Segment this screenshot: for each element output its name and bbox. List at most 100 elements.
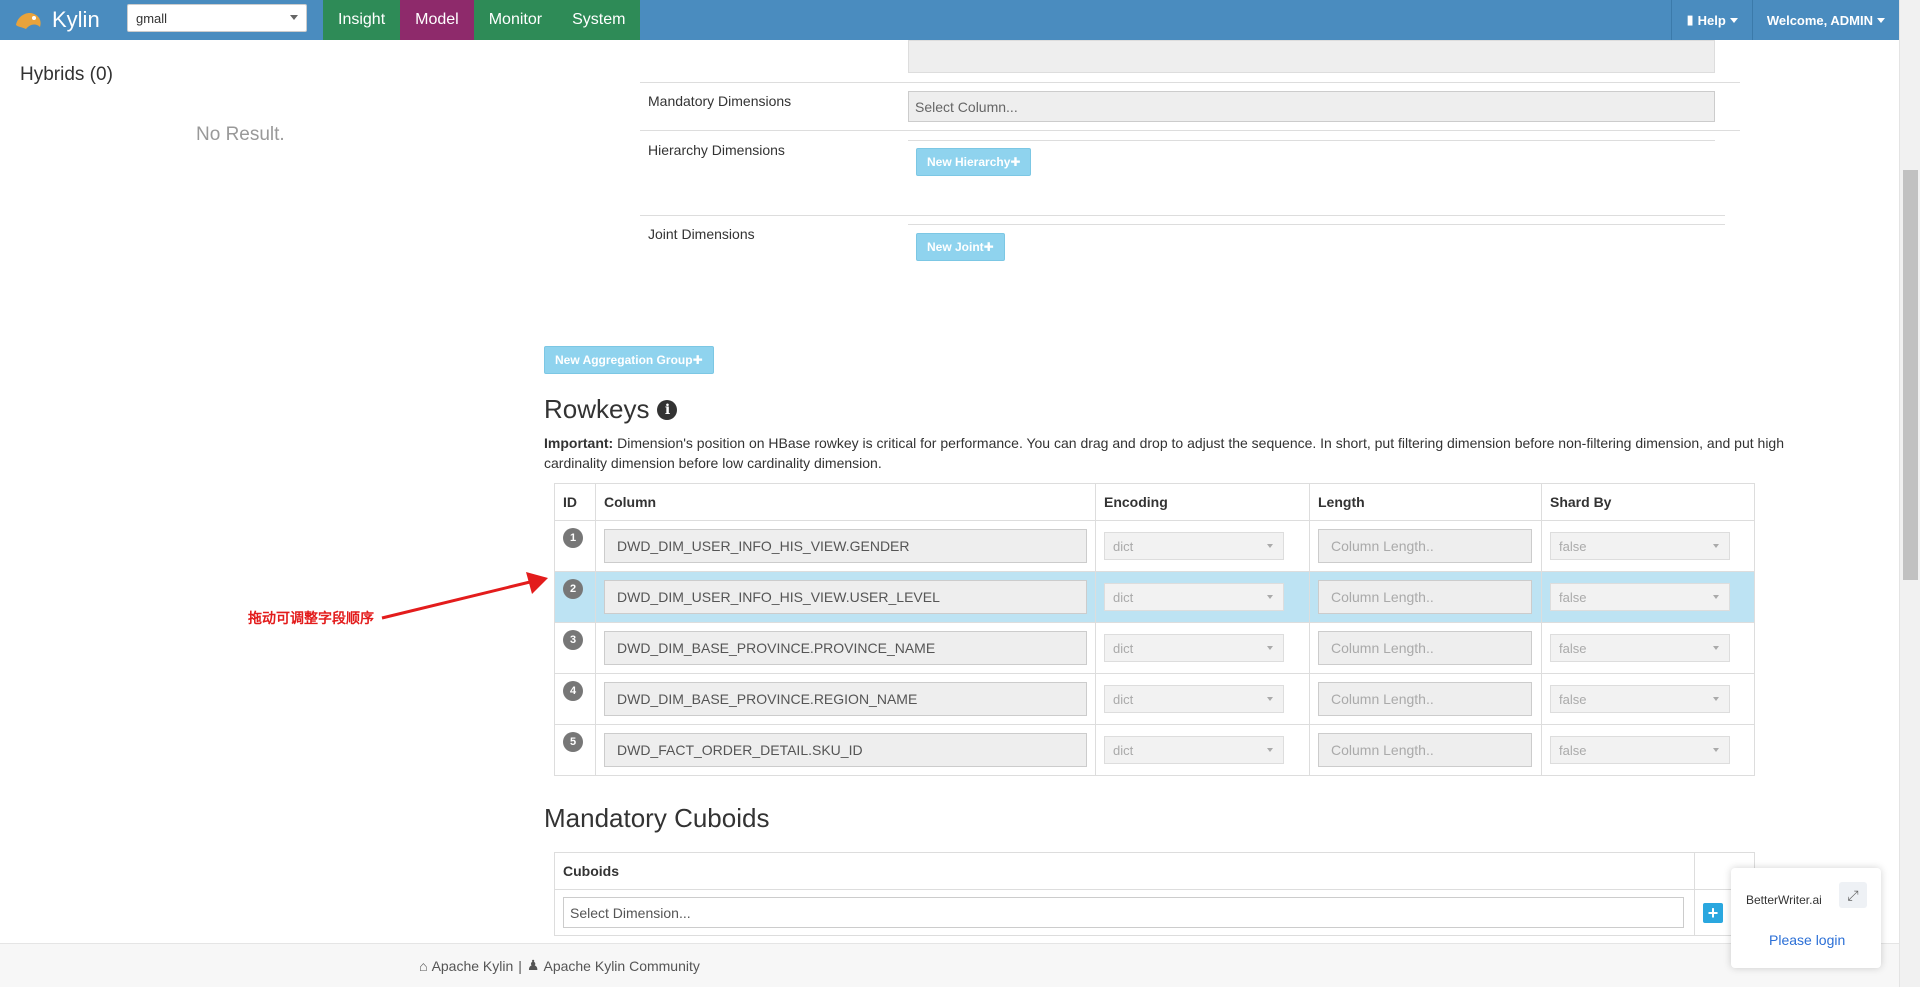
includes-field[interactable] bbox=[908, 40, 1715, 73]
encoding-select[interactable]: dict bbox=[1104, 685, 1284, 713]
annotation-arrow-icon bbox=[381, 572, 548, 620]
joint-dimensions-label: Joint Dimensions bbox=[648, 226, 755, 242]
header-length: Length bbox=[1309, 483, 1542, 521]
help-menu[interactable]: ▮ Help bbox=[1671, 0, 1751, 40]
encoding-value: dict bbox=[1113, 589, 1134, 605]
caret-down-icon bbox=[1877, 17, 1885, 23]
rowkeys-note: Important: Dimension's position on HBase… bbox=[544, 433, 1794, 473]
encoding-value: dict bbox=[1113, 640, 1134, 656]
length-input[interactable]: Column Length.. bbox=[1318, 529, 1532, 563]
help-label: Help bbox=[1697, 12, 1726, 28]
chevron-down-icon bbox=[1713, 646, 1719, 650]
rowkey-row[interactable]: 4 DWD_DIM_BASE_PROVINCE.REGION_NAME dict… bbox=[554, 673, 1755, 725]
hierarchy-dimensions-label: Hierarchy Dimensions bbox=[648, 142, 785, 158]
footer-link-kylin[interactable]: Apache Kylin bbox=[432, 958, 514, 974]
shard-by-select[interactable]: false bbox=[1550, 634, 1730, 662]
top-navbar: Kylin gmall Insight Model Monitor System… bbox=[0, 0, 1899, 40]
header-shard-by: Shard By bbox=[1541, 483, 1755, 521]
encoding-select[interactable]: dict bbox=[1104, 532, 1284, 560]
shard-by-value: false bbox=[1559, 691, 1587, 707]
new-aggregation-group-label: New Aggregation Group bbox=[555, 353, 693, 367]
drag-annotation-label: 拖动可调整字段顺序 bbox=[248, 610, 374, 626]
footer: ⌂ Apache Kylin | ♟ Apache Kylin Communit… bbox=[0, 943, 1899, 987]
shard-by-value: false bbox=[1559, 742, 1587, 758]
rowkey-row-highlighted[interactable]: 2 DWD_DIM_USER_INFO_HIS_VIEW.USER_LEVEL … bbox=[554, 571, 1755, 623]
rowkeys-note-text: Dimension's position on HBase rowkey is … bbox=[544, 435, 1785, 471]
expand-icon[interactable]: ⤢ bbox=[1839, 882, 1867, 908]
new-hierarchy-button[interactable]: New Hierarchy✚ bbox=[916, 148, 1032, 176]
length-input[interactable]: Column Length.. bbox=[1318, 631, 1532, 665]
plus-icon: ✚ bbox=[983, 240, 994, 254]
length-input[interactable]: Column Length.. bbox=[1318, 580, 1532, 614]
plus-icon: ✚ bbox=[692, 353, 703, 367]
mandatory-dimensions-label: Mandatory Dimensions bbox=[648, 93, 792, 109]
shard-by-select[interactable]: false bbox=[1550, 736, 1730, 764]
brand[interactable]: Kylin bbox=[0, 0, 116, 40]
tab-monitor[interactable]: Monitor bbox=[473, 0, 558, 40]
chevron-down-icon bbox=[1713, 697, 1719, 701]
length-input[interactable]: Column Length.. bbox=[1318, 682, 1532, 716]
rowkey-column-field: DWD_DIM_USER_INFO_HIS_VIEW.USER_LEVEL bbox=[604, 580, 1087, 614]
encoding-select[interactable]: dict bbox=[1104, 583, 1284, 611]
encoding-value: dict bbox=[1113, 691, 1134, 707]
book-icon: ▮ bbox=[1686, 12, 1694, 27]
cuboid-row: Select Dimension... + bbox=[554, 889, 1755, 936]
caret-down-icon bbox=[1729, 17, 1738, 23]
shard-by-select[interactable]: false bbox=[1550, 532, 1730, 560]
no-result-text: No Result. bbox=[196, 124, 285, 145]
rowkey-column-field: DWD_DIM_USER_INFO_HIS_VIEW.GENDER bbox=[604, 529, 1087, 563]
divider bbox=[640, 82, 1740, 83]
info-icon[interactable]: i bbox=[657, 399, 678, 420]
rowkey-column-field: DWD_FACT_ORDER_DETAIL.SKU_ID bbox=[604, 733, 1087, 767]
rowkey-row[interactable]: 3 DWD_DIM_BASE_PROVINCE.PROVINCE_NAME di… bbox=[554, 622, 1755, 674]
please-login-link[interactable]: Please login bbox=[1769, 932, 1845, 948]
rowkey-column-field: DWD_DIM_BASE_PROVINCE.REGION_NAME bbox=[604, 682, 1087, 716]
chevron-down-icon bbox=[1267, 748, 1273, 752]
project-select[interactable]: gmall bbox=[127, 4, 307, 32]
hybrids-title: Hybrids (0) bbox=[20, 64, 113, 85]
shard-by-value: false bbox=[1559, 640, 1587, 656]
rowkey-row[interactable]: 1 DWD_DIM_USER_INFO_HIS_VIEW.GENDER dict… bbox=[554, 520, 1755, 572]
rowkey-row[interactable]: 5 DWD_FACT_ORDER_DETAIL.SKU_ID dict Colu… bbox=[554, 724, 1755, 776]
header-cuboids: Cuboids bbox=[554, 852, 1695, 890]
tab-insight[interactable]: Insight bbox=[323, 0, 401, 40]
shard-by-value: false bbox=[1559, 589, 1587, 605]
add-cuboid-button[interactable]: + bbox=[1703, 902, 1723, 923]
mandatory-cuboids-table: Cuboids Select Dimension... + bbox=[554, 852, 1755, 936]
divider bbox=[908, 140, 1715, 141]
rowkey-id-badge: 2 bbox=[563, 579, 583, 599]
length-input[interactable]: Column Length.. bbox=[1318, 733, 1532, 767]
encoding-select[interactable]: dict bbox=[1104, 736, 1284, 764]
new-joint-button[interactable]: New Joint✚ bbox=[916, 233, 1005, 261]
rowkey-id-badge: 1 bbox=[563, 528, 583, 548]
encoding-value: dict bbox=[1113, 742, 1134, 758]
encoding-select[interactable]: dict bbox=[1104, 634, 1284, 662]
chevron-down-icon bbox=[290, 15, 298, 20]
betterwriter-widget: BetterWriter.ai ⤢ Please login bbox=[1731, 868, 1881, 968]
welcome-label: Welcome, ADMIN bbox=[1766, 12, 1873, 28]
footer-link-community[interactable]: Apache Kylin Community bbox=[543, 958, 699, 974]
header-encoding: Encoding bbox=[1095, 483, 1310, 521]
header-id: ID bbox=[554, 483, 596, 521]
header-column: Column bbox=[595, 483, 1096, 521]
shard-by-select[interactable]: false bbox=[1550, 583, 1730, 611]
shard-by-select[interactable]: false bbox=[1550, 685, 1730, 713]
user-menu[interactable]: Welcome, ADMIN bbox=[1751, 0, 1899, 40]
new-aggregation-group-button[interactable]: New Aggregation Group✚ bbox=[544, 346, 714, 374]
main-nav: Insight Model Monitor System bbox=[323, 0, 641, 40]
scrollbar-thumb[interactable] bbox=[1903, 170, 1918, 580]
rowkey-id-badge: 5 bbox=[563, 732, 583, 752]
divider bbox=[908, 224, 1725, 225]
divider bbox=[640, 215, 1725, 216]
chevron-down-icon bbox=[1713, 595, 1719, 599]
chevron-down-icon bbox=[1267, 646, 1273, 650]
tab-model[interactable]: Model bbox=[400, 0, 474, 40]
chevron-down-icon bbox=[1267, 697, 1273, 701]
select-dimension-input[interactable]: Select Dimension... bbox=[563, 897, 1684, 928]
rowkeys-title: Rowkeys i bbox=[544, 394, 678, 425]
vertical-scrollbar[interactable] bbox=[1899, 0, 1920, 987]
rowkey-column-field: DWD_DIM_BASE_PROVINCE.PROVINCE_NAME bbox=[604, 631, 1087, 665]
mandatory-dimensions-select[interactable]: Select Column... bbox=[908, 91, 1715, 122]
new-joint-label: New Joint bbox=[927, 240, 984, 254]
tab-system[interactable]: System bbox=[557, 0, 641, 40]
